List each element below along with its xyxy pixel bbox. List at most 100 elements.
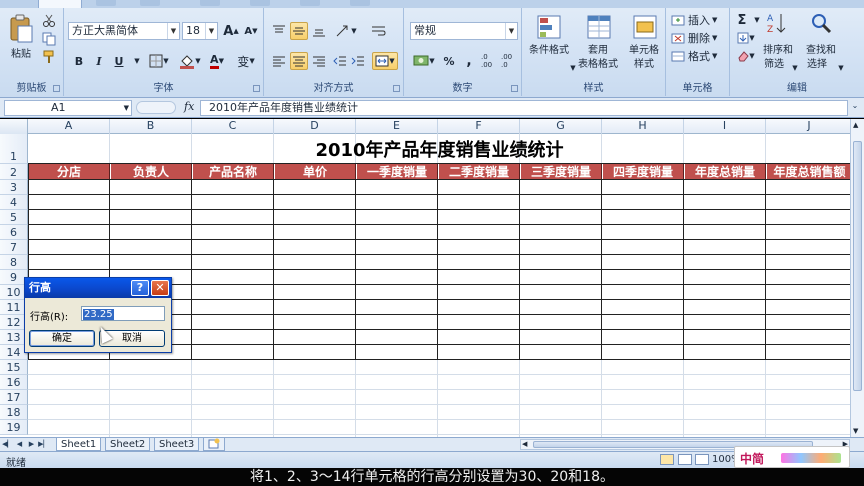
insert-button[interactable]: 插入 ▼ bbox=[670, 12, 726, 28]
format-button[interactable]: 格式 ▼ bbox=[670, 48, 726, 64]
vertical-scroll-thumb[interactable] bbox=[853, 141, 862, 391]
format-as-table-icon[interactable] bbox=[586, 14, 612, 40]
ok-button[interactable]: 确定 bbox=[29, 330, 95, 347]
increase-indent-button[interactable] bbox=[350, 52, 366, 70]
fill-button[interactable]: ▼ bbox=[732, 30, 760, 46]
column-header[interactable]: C bbox=[192, 119, 274, 134]
row-header[interactable]: 1 bbox=[0, 134, 28, 164]
grow-font-button[interactable]: A ▲ bbox=[222, 22, 240, 40]
dialog-titlebar[interactable]: 行高 bbox=[25, 278, 171, 298]
bold-button[interactable]: B bbox=[70, 52, 88, 70]
cell-styles-label-line2[interactable]: 样式 bbox=[622, 58, 666, 71]
chevron-down-icon[interactable]: ▼ bbox=[167, 23, 179, 39]
row-header[interactable]: 2 bbox=[0, 164, 28, 180]
column-header[interactable]: F bbox=[438, 119, 520, 134]
help-button[interactable]: ? bbox=[131, 280, 149, 296]
cell-styles-icon[interactable] bbox=[632, 14, 658, 40]
find-select-label-line1[interactable]: 查找和 bbox=[800, 44, 842, 57]
close-button[interactable]: ✕ bbox=[151, 280, 169, 296]
column-header[interactable]: D bbox=[274, 119, 356, 134]
decrease-decimal-button[interactable]: .00 .0 bbox=[500, 52, 518, 70]
number-format-combo[interactable]: 常规 ▼ bbox=[410, 22, 518, 40]
row-header[interactable]: 6 bbox=[0, 225, 28, 240]
row-header[interactable]: 15 bbox=[0, 360, 28, 375]
find-select-icon[interactable] bbox=[808, 10, 834, 36]
paste-button-label[interactable]: 粘贴 bbox=[6, 48, 36, 61]
font-launcher-icon[interactable] bbox=[253, 85, 260, 92]
row-height-input[interactable]: 23.25 bbox=[81, 306, 165, 321]
align-top-button[interactable] bbox=[270, 22, 288, 40]
column-header[interactable]: A bbox=[28, 119, 110, 134]
orientation-button[interactable]: ▼ bbox=[332, 22, 360, 40]
tab-insert[interactable] bbox=[96, 0, 116, 6]
fill-color-button[interactable]: ▼ bbox=[176, 52, 204, 70]
table-header-cell[interactable]: 三季度销量 bbox=[521, 164, 602, 179]
column-header[interactable]: B bbox=[110, 119, 192, 134]
italic-button[interactable]: I bbox=[90, 52, 108, 70]
alignment-launcher-icon[interactable] bbox=[393, 85, 400, 92]
tab-data[interactable] bbox=[250, 0, 270, 6]
tab-home[interactable] bbox=[38, 0, 82, 8]
chevron-down-icon[interactable]: ▼ bbox=[132, 52, 142, 70]
align-middle-button[interactable] bbox=[290, 22, 308, 40]
row-header[interactable]: 3 bbox=[0, 180, 28, 195]
row-header[interactable]: 18 bbox=[0, 405, 28, 420]
expand-formula-bar-icon[interactable]: ⌄ bbox=[850, 101, 860, 115]
table-header-cell[interactable]: 年度总销售额 bbox=[767, 164, 850, 179]
scroll-down-icon[interactable]: ▼ bbox=[853, 427, 858, 435]
number-launcher-icon[interactable] bbox=[511, 85, 518, 92]
tab-formulas[interactable] bbox=[200, 0, 220, 6]
row-header[interactable]: 8 bbox=[0, 255, 28, 270]
sort-filter-label-line1[interactable]: 排序和 bbox=[758, 44, 798, 57]
column-header[interactable]: H bbox=[602, 119, 684, 134]
column-header[interactable]: G bbox=[520, 119, 602, 134]
conditional-format-icon[interactable] bbox=[536, 14, 562, 40]
row-header[interactable]: 16 bbox=[0, 375, 28, 390]
delete-button[interactable]: 删除 ▼ bbox=[670, 30, 726, 46]
formula-input[interactable]: 2010年产品年度销售业绩统计 bbox=[200, 100, 848, 116]
font-size-combo[interactable]: 18 ▼ bbox=[182, 22, 218, 40]
sheet-title-cell[interactable]: 2010年产品年度销售业绩统计 bbox=[29, 134, 850, 164]
comma-button[interactable]: , bbox=[460, 52, 478, 70]
format-as-table-label-line1[interactable]: 套用 bbox=[572, 44, 624, 57]
format-painter-icon[interactable] bbox=[42, 50, 56, 64]
sort-filter-icon[interactable]: AZ bbox=[764, 10, 790, 36]
chevron-down-icon[interactable]: ▼ bbox=[836, 62, 846, 75]
format-as-table-label-line2[interactable]: 表格格式 bbox=[572, 58, 624, 71]
insert-function-button[interactable]: fx bbox=[184, 100, 194, 113]
align-left-button[interactable] bbox=[270, 52, 288, 70]
normal-view-icon[interactable] bbox=[660, 454, 674, 465]
sort-filter-label-line2[interactable]: 筛选 bbox=[754, 58, 794, 71]
table-header-cell[interactable]: 分店 bbox=[29, 164, 110, 179]
table-header-cell[interactable]: 产品名称 bbox=[193, 164, 274, 179]
font-name-combo[interactable]: 方正大黑简体 ▼ bbox=[68, 22, 180, 40]
cut-icon[interactable] bbox=[42, 14, 56, 28]
tab-view[interactable] bbox=[350, 0, 370, 6]
row-header[interactable]: 4 bbox=[0, 195, 28, 210]
underline-button[interactable]: U bbox=[110, 52, 128, 70]
table-header-cell[interactable]: 单价 bbox=[275, 164, 356, 179]
paste-icon[interactable] bbox=[8, 14, 34, 44]
chevron-down-icon[interactable]: ▼ bbox=[205, 23, 217, 39]
borders-button[interactable]: ▼ bbox=[146, 52, 172, 70]
ime-toolbar[interactable]: 中简 bbox=[734, 446, 850, 468]
conditional-format-label[interactable]: 条件格式 bbox=[522, 44, 576, 57]
shrink-font-button[interactable]: A ▼ bbox=[242, 22, 260, 40]
prev-sheet-icon[interactable]: ◀ bbox=[14, 439, 25, 450]
autosum-button[interactable]: Σ bbox=[732, 12, 752, 28]
table-header-cell[interactable]: 年度总销量 bbox=[685, 164, 766, 179]
find-select-label-line2[interactable]: 选择 bbox=[796, 58, 838, 71]
table-header-cell[interactable]: 四季度销量 bbox=[603, 164, 684, 179]
first-sheet-icon[interactable]: ◀▏ bbox=[2, 439, 13, 450]
copy-icon[interactable] bbox=[42, 32, 56, 46]
scroll-left-icon[interactable]: ◀ bbox=[522, 440, 527, 448]
row-header[interactable]: 5 bbox=[0, 210, 28, 225]
percent-button[interactable]: % bbox=[440, 52, 458, 70]
column-header[interactable]: I bbox=[684, 119, 766, 134]
table-header-cell[interactable]: 负责人 bbox=[111, 164, 192, 179]
page-break-view-icon[interactable] bbox=[695, 454, 709, 465]
insert-sheet-button[interactable] bbox=[203, 438, 225, 451]
tab-review[interactable] bbox=[300, 0, 320, 6]
row-header[interactable]: 19 bbox=[0, 420, 28, 435]
font-color-button[interactable]: A ▼ bbox=[204, 52, 230, 70]
